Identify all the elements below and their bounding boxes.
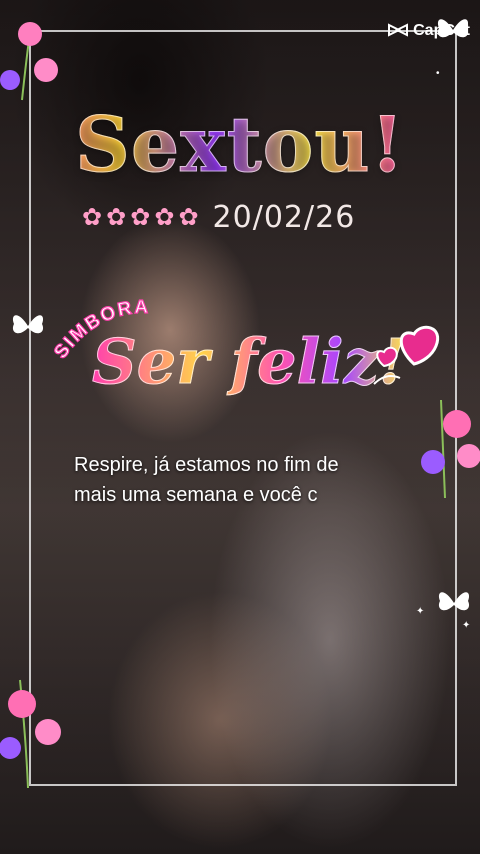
- capcut-logo-icon: [388, 23, 409, 37]
- cherry-blossom-icon: ✿: [178, 203, 199, 231]
- story-canvas: CapCut Sextou! ✿ ✿ ✿ ✿ ✿ 20/02/26 SIMBOR…: [0, 0, 480, 854]
- message-line-1: Respire, já estamos no fim de: [74, 454, 339, 476]
- cherry-blossom-icon: ✿: [154, 203, 175, 231]
- message-line-2: mais uma semana e você c: [74, 484, 318, 506]
- butterfly-icon: [438, 592, 470, 611]
- floral-corner-icon: [421, 399, 480, 499]
- cherry-blossom-icon: ✿: [106, 203, 127, 231]
- cherry-blossom-icon: ✿: [130, 203, 151, 231]
- date-label: 20/02/26: [212, 200, 356, 235]
- cherry-blossom-icon: ✿: [82, 203, 103, 231]
- message-text: Respire, já estamos no fim de mais uma s…: [74, 450, 394, 510]
- sparkle-icon: ✦: [462, 620, 471, 631]
- floral-corner-icon: [0, 679, 61, 789]
- date-row: ✿ ✿ ✿ ✿ ✿ 20/02/26: [82, 200, 355, 235]
- butterfly-icon: [12, 315, 44, 334]
- sextou-title: Sextou!: [0, 100, 480, 190]
- sparkle-icon: ✦: [416, 606, 425, 617]
- ser-feliz-label: Ser feliz!: [91, 325, 407, 399]
- sparkle-icon: •: [436, 68, 440, 79]
- floral-corner-icon: [0, 22, 58, 101]
- butterfly-icon: [437, 19, 469, 38]
- heart-icon: [373, 325, 440, 385]
